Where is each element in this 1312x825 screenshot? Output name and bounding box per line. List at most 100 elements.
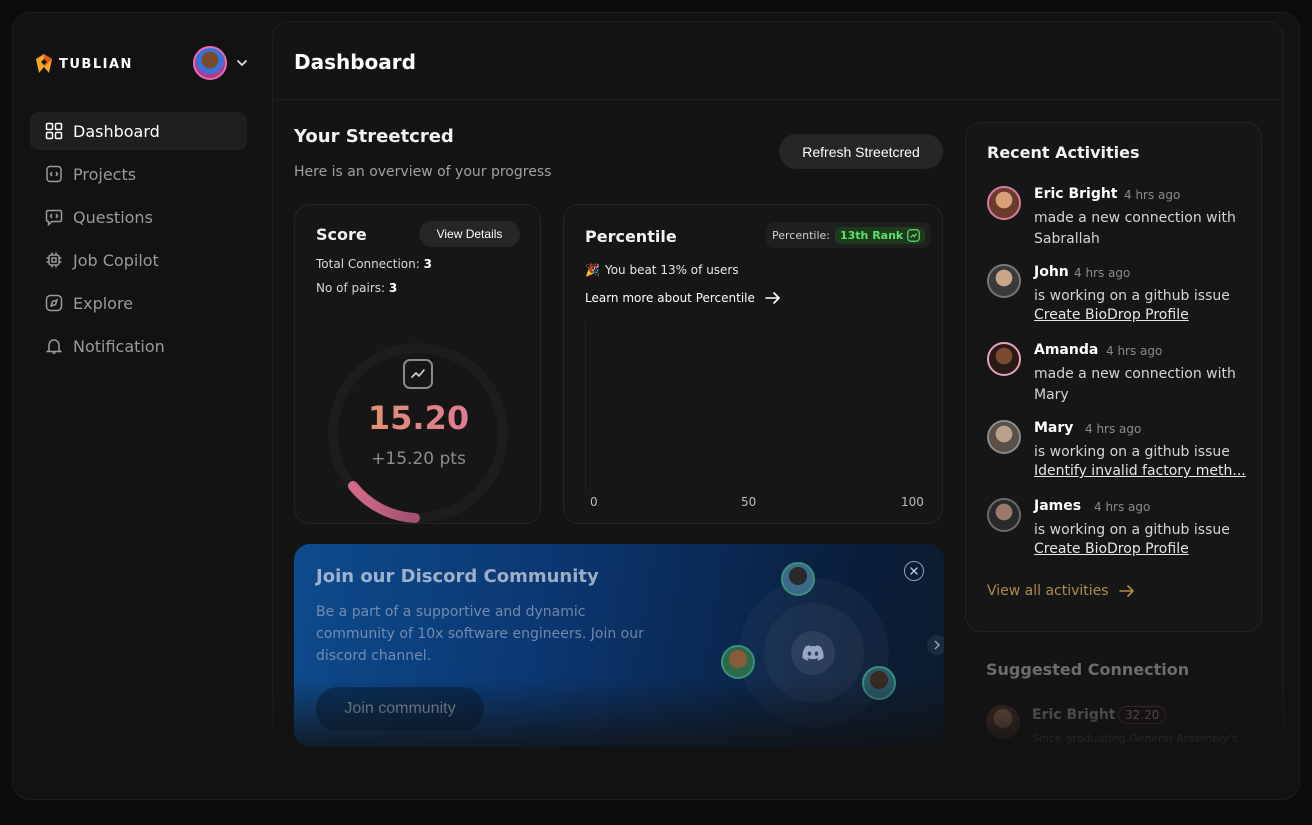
activity-link[interactable]: Create BioDrop Profile: [1034, 307, 1256, 323]
chevron-right-icon[interactable]: [927, 635, 944, 655]
bell-icon: [45, 337, 63, 355]
avatar[interactable]: [193, 46, 227, 80]
pair-request-title: Pair Request: [294, 775, 424, 796]
activity-text: made a new connection with Sabrallah: [1034, 210, 1236, 247]
percentile-card: Percentile Percentile: 13th Rank 🎉 You b…: [563, 204, 943, 524]
refresh-streetcred-button[interactable]: Refresh Streetcred: [779, 134, 943, 169]
discord-description: Be a part of a supportive and dynamic co…: [316, 604, 644, 664]
discord-banner: Join our Discord Community Be a part of …: [294, 544, 944, 747]
party-icon: 🎉: [585, 263, 600, 277]
sidebar-item-dashboard[interactable]: Dashboard: [30, 112, 247, 150]
sidebar-item-label: Explore: [73, 293, 134, 313]
avatar: [781, 562, 815, 596]
pairs-value: 3: [388, 281, 398, 295]
x-tick: 0: [590, 495, 598, 509]
score-title: Score: [316, 225, 367, 244]
page-title: Dashboard: [294, 50, 416, 74]
activity-time: 4 hrs ago: [1074, 266, 1131, 280]
pairs-count: No of pairs: 3: [316, 281, 397, 295]
activity-text: is working on a github issue: [1034, 444, 1230, 460]
close-icon[interactable]: [904, 561, 924, 581]
activity-time: 4 hrs ago: [1124, 188, 1181, 202]
discord-title: Join our Discord Community: [316, 566, 599, 587]
learn-more-label: Learn more about Percentile: [585, 291, 755, 305]
suggested-text: Since graduating General Assembly's Boot…: [1032, 732, 1242, 745]
logo[interactable]: TUBLIAN: [35, 53, 133, 75]
activity-text: is working on a github issue: [1034, 288, 1230, 304]
recent-activities-title: Recent Activities: [987, 143, 1140, 162]
sidebar-item-projects[interactable]: Projects: [30, 155, 247, 193]
sidebar-item-notification[interactable]: Notification: [30, 327, 247, 365]
streetcred-title: Your Streetcred: [294, 126, 454, 147]
compass-icon: [45, 294, 63, 312]
rank-text: 13th Rank: [839, 228, 904, 242]
grid-icon: [45, 122, 63, 140]
activity-name[interactable]: James: [1034, 498, 1081, 514]
suggested-connection-item: Eric Bright 32.20 Since graduating Gener…: [986, 705, 1246, 775]
activity-item: James 4 hrs ago is working on a github i…: [987, 498, 1257, 568]
avatar[interactable]: [987, 498, 1021, 532]
trend-up-icon: [907, 228, 921, 242]
beat-text: You beat 13% of users: [604, 263, 739, 277]
sidebar-item-label: Questions: [73, 207, 153, 227]
trend-icon: [403, 359, 433, 389]
x-tick: 50: [741, 495, 757, 509]
percentile-badge: Percentile: 13th Rank: [766, 222, 932, 248]
view-all-label: View all activities: [987, 583, 1109, 599]
sidebar-nav: Dashboard Projects Questions Job Copilot: [30, 112, 247, 370]
score-delta: +15.20 pts: [371, 449, 466, 469]
beat-message: 🎉 You beat 13% of users: [585, 263, 739, 277]
discord-icon: [791, 631, 835, 675]
percentile-badge-label: Percentile:: [772, 228, 830, 242]
sidebar-item-explore[interactable]: Explore: [30, 284, 247, 322]
activity-time: 4 hrs ago: [1094, 500, 1151, 514]
activity-time: 4 hrs ago: [1085, 422, 1142, 436]
chevron-down-icon[interactable]: [235, 56, 249, 70]
activity-name[interactable]: John: [1034, 264, 1069, 280]
activity-text: is working on a github issue: [1034, 522, 1230, 538]
score-gauge-progress: [348, 481, 420, 523]
activity-name[interactable]: Eric Bright: [1034, 186, 1118, 202]
logo-icon: [36, 54, 52, 73]
sidebar-item-label: Projects: [73, 164, 137, 184]
avatar[interactable]: [987, 342, 1021, 376]
suggested-score-badge: 32.20: [1118, 706, 1167, 724]
total-connection: Total Connection: 3: [316, 257, 432, 271]
total-connection-label: Total Connection:: [316, 257, 420, 271]
learn-more-link[interactable]: Learn more about Percentile: [585, 291, 781, 305]
activity-time: 4 hrs ago: [1106, 344, 1163, 358]
activity-name[interactable]: Amanda: [1034, 342, 1098, 358]
activity-link[interactable]: Create BioDrop Profile: [1034, 541, 1256, 557]
view-all-activities-link[interactable]: View all activities: [987, 583, 1135, 599]
main-panel: Dashboard Your Streetcred Here is an ove…: [272, 21, 1284, 799]
avatar[interactable]: [986, 705, 1020, 739]
chip-icon: [45, 251, 63, 269]
avatar: [862, 666, 896, 700]
score-card: Score View Details Total Connection: 3 N…: [294, 204, 541, 524]
avatar[interactable]: [987, 186, 1021, 220]
arrow-right-icon: [1118, 585, 1134, 597]
connect-button[interactable]: Connect: [1015, 779, 1135, 799]
sidebar-item-questions[interactable]: Questions: [30, 198, 247, 236]
arrow-right-icon: [765, 292, 780, 304]
rank-pill: 13th Rank: [834, 226, 926, 244]
sidebar-item-job-copilot[interactable]: Job Copilot: [30, 241, 247, 279]
recent-activities-card: Recent Activities Eric Bright 4 hrs ago …: [965, 122, 1262, 632]
avatar[interactable]: [987, 420, 1021, 454]
percentile-chart: [585, 321, 925, 491]
sidebar: TUBLIAN Dashboard Projects Questions Job…: [13, 13, 271, 799]
suggested-name[interactable]: Eric Bright: [1032, 707, 1116, 723]
activity-name[interactable]: Mary: [1034, 420, 1073, 436]
profile-menu[interactable]: [193, 46, 249, 80]
join-community-button[interactable]: Join community: [316, 687, 484, 731]
view-details-button[interactable]: View Details: [419, 221, 520, 247]
chat-code-icon: [45, 208, 63, 226]
activity-item: Mary 4 hrs ago is working on a github is…: [987, 420, 1257, 490]
app-window: TUBLIAN Dashboard Projects Questions Job…: [12, 12, 1300, 800]
avatar[interactable]: [987, 264, 1021, 298]
sidebar-item-label: Dashboard: [73, 121, 160, 141]
code-file-icon: [45, 165, 63, 183]
score-value: 15.20: [295, 399, 542, 437]
top-bar: Dashboard: [273, 22, 1283, 100]
activity-link[interactable]: Identify invalid factory meth...: [1034, 463, 1256, 479]
